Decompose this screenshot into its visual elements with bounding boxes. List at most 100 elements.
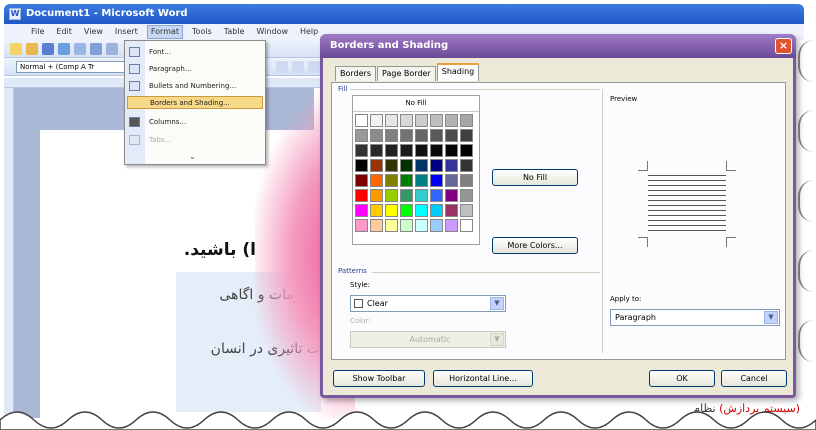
color-swatch[interactable] bbox=[355, 204, 368, 217]
color-swatch[interactable] bbox=[385, 189, 398, 202]
menu-edit[interactable]: Edit bbox=[53, 27, 75, 40]
color-swatch[interactable] bbox=[460, 159, 473, 172]
menu-item-columns[interactable]: Columns... bbox=[149, 116, 261, 129]
color-swatch[interactable] bbox=[430, 189, 443, 202]
new-document-icon[interactable] bbox=[10, 43, 22, 55]
menu-item-paragraph[interactable]: Paragraph... bbox=[149, 63, 261, 76]
color-swatch[interactable] bbox=[460, 144, 473, 157]
menu-insert[interactable]: Insert bbox=[112, 27, 141, 40]
color-swatch[interactable] bbox=[370, 159, 383, 172]
color-swatch[interactable] bbox=[385, 159, 398, 172]
underline-icon[interactable] bbox=[308, 61, 320, 73]
color-swatch[interactable] bbox=[430, 129, 443, 142]
chevron-down-icon[interactable]: ⌄ bbox=[189, 152, 196, 161]
color-swatch[interactable] bbox=[445, 174, 458, 187]
color-swatch[interactable] bbox=[400, 174, 413, 187]
color-swatch[interactable] bbox=[385, 204, 398, 217]
spelling-icon[interactable] bbox=[106, 43, 118, 55]
horizontal-line-button[interactable]: Horizontal Line... bbox=[433, 370, 533, 387]
color-swatch[interactable] bbox=[430, 204, 443, 217]
menu-tools[interactable]: Tools bbox=[189, 27, 215, 40]
color-swatch[interactable] bbox=[370, 204, 383, 217]
color-swatch[interactable] bbox=[400, 159, 413, 172]
close-icon[interactable]: × bbox=[775, 38, 792, 54]
color-swatch[interactable] bbox=[415, 129, 428, 142]
color-swatch[interactable] bbox=[415, 189, 428, 202]
color-swatch[interactable] bbox=[430, 174, 443, 187]
color-swatch[interactable] bbox=[355, 219, 368, 232]
color-swatch[interactable] bbox=[445, 219, 458, 232]
color-swatch[interactable] bbox=[445, 114, 458, 127]
style-selector[interactable]: Normal + (Comp A Tr bbox=[16, 61, 126, 73]
color-swatch[interactable] bbox=[400, 204, 413, 217]
menu-table[interactable]: Table bbox=[221, 27, 248, 40]
pattern-color-select[interactable]: Automatic ▼ bbox=[350, 331, 506, 348]
cancel-button[interactable]: Cancel bbox=[721, 370, 787, 387]
color-swatch[interactable] bbox=[415, 174, 428, 187]
chevron-down-icon[interactable]: ▼ bbox=[490, 297, 504, 310]
tab-page-border[interactable]: Page Border bbox=[377, 66, 436, 81]
color-swatch[interactable] bbox=[400, 219, 413, 232]
print-icon[interactable] bbox=[74, 43, 86, 55]
color-swatch[interactable] bbox=[445, 144, 458, 157]
color-swatch[interactable] bbox=[415, 219, 428, 232]
tab-shading[interactable]: Shading bbox=[436, 63, 480, 81]
color-swatch[interactable] bbox=[430, 144, 443, 157]
bold-icon[interactable] bbox=[276, 61, 288, 73]
color-swatch[interactable] bbox=[370, 219, 383, 232]
apply-to-select[interactable]: Paragraph ▼ bbox=[610, 309, 780, 326]
color-swatch[interactable] bbox=[445, 159, 458, 172]
print-preview-icon[interactable] bbox=[90, 43, 102, 55]
menu-item-borders-shading[interactable]: Borders and Shading... bbox=[127, 96, 263, 109]
color-swatch[interactable] bbox=[400, 114, 413, 127]
color-swatch[interactable] bbox=[355, 129, 368, 142]
color-swatch[interactable] bbox=[445, 129, 458, 142]
chevron-down-icon[interactable]: ▼ bbox=[764, 311, 778, 324]
no-fill-swatch[interactable]: No Fill bbox=[353, 96, 479, 112]
menu-file[interactable]: File bbox=[28, 27, 47, 40]
more-colors-button[interactable]: More Colors... bbox=[492, 237, 578, 254]
color-swatch[interactable] bbox=[415, 144, 428, 157]
tab-borders[interactable]: Borders bbox=[335, 66, 376, 81]
no-fill-button[interactable]: No Fill bbox=[492, 169, 578, 186]
color-swatch[interactable] bbox=[460, 129, 473, 142]
color-swatch[interactable] bbox=[355, 189, 368, 202]
show-toolbar-button[interactable]: Show Toolbar bbox=[333, 370, 425, 387]
chevron-down-icon[interactable]: ▼ bbox=[490, 333, 504, 346]
color-swatch[interactable] bbox=[370, 114, 383, 127]
color-swatch[interactable] bbox=[385, 129, 398, 142]
menu-item-tabs[interactable]: Tabs... bbox=[149, 134, 261, 147]
color-swatch[interactable] bbox=[460, 174, 473, 187]
menu-item-font[interactable]: Font... bbox=[149, 46, 261, 59]
color-swatch[interactable] bbox=[400, 144, 413, 157]
color-swatch[interactable] bbox=[430, 114, 443, 127]
color-swatch[interactable] bbox=[415, 159, 428, 172]
menu-item-bullets[interactable]: Bullets and Numbering... bbox=[149, 80, 261, 93]
menu-view[interactable]: View bbox=[81, 27, 106, 40]
color-swatch[interactable] bbox=[355, 159, 368, 172]
color-swatch[interactable] bbox=[430, 159, 443, 172]
color-swatch[interactable] bbox=[460, 219, 473, 232]
color-swatch[interactable] bbox=[460, 204, 473, 217]
color-swatch[interactable] bbox=[355, 174, 368, 187]
pattern-style-select[interactable]: Clear ▼ bbox=[350, 295, 506, 312]
italic-icon[interactable] bbox=[292, 61, 304, 73]
permission-icon[interactable] bbox=[58, 43, 70, 55]
color-swatch[interactable] bbox=[415, 114, 428, 127]
color-swatch[interactable] bbox=[370, 189, 383, 202]
color-swatch[interactable] bbox=[385, 174, 398, 187]
color-swatch[interactable] bbox=[400, 189, 413, 202]
color-swatch[interactable] bbox=[355, 114, 368, 127]
color-swatch[interactable] bbox=[370, 174, 383, 187]
color-swatch[interactable] bbox=[385, 219, 398, 232]
save-icon[interactable] bbox=[42, 43, 54, 55]
color-swatch[interactable] bbox=[370, 144, 383, 157]
color-swatch[interactable] bbox=[430, 219, 443, 232]
menu-format[interactable]: Format bbox=[146, 25, 184, 39]
color-swatch[interactable] bbox=[400, 129, 413, 142]
color-swatch[interactable] bbox=[355, 144, 368, 157]
color-swatch[interactable] bbox=[445, 204, 458, 217]
color-swatch[interactable] bbox=[445, 189, 458, 202]
ok-button[interactable]: OK bbox=[649, 370, 715, 387]
color-swatch[interactable] bbox=[415, 204, 428, 217]
